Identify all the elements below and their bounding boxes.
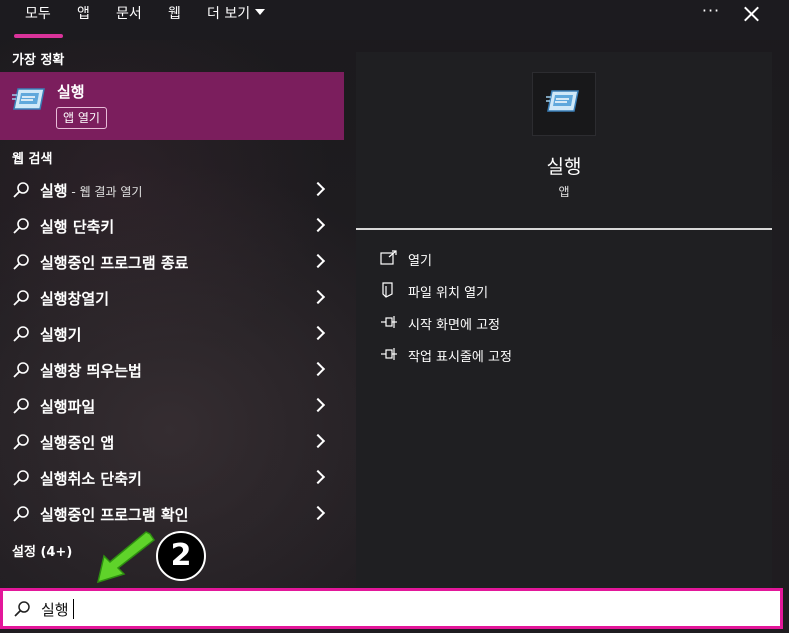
tab-documents[interactable]: 문서 bbox=[116, 4, 142, 24]
open-app-button[interactable]: 앱 열기 bbox=[56, 107, 107, 129]
chevron-right-icon bbox=[310, 181, 326, 197]
search-icon bbox=[14, 601, 30, 617]
tab-web[interactable]: 웹 bbox=[168, 4, 181, 24]
chevron-down-icon bbox=[255, 9, 266, 15]
chevron-right-icon bbox=[310, 217, 326, 233]
file-location-icon bbox=[382, 282, 393, 298]
best-match-heading: 가장 정확 bbox=[12, 53, 65, 68]
divider bbox=[356, 228, 772, 230]
chevron-right-icon bbox=[310, 433, 326, 449]
search-icon bbox=[13, 434, 29, 450]
search-icon bbox=[13, 506, 29, 522]
search-icon bbox=[13, 254, 29, 270]
action-label: 파일 위치 열기 bbox=[408, 286, 489, 301]
web-result-item[interactable]: 실행 단축키 bbox=[0, 208, 344, 244]
chevron-right-icon bbox=[310, 325, 326, 341]
search-icon bbox=[13, 290, 29, 306]
web-result-label: 실행중인 프로그램 확인 bbox=[40, 506, 189, 524]
web-result-item[interactable]: 실행취소 단축키 bbox=[0, 460, 344, 496]
web-result-label: 실행 단축키 bbox=[40, 218, 115, 236]
action-open[interactable]: 열기 bbox=[380, 248, 760, 270]
web-result-label: 실행창 띄우는법 bbox=[40, 362, 142, 380]
search-icon bbox=[13, 182, 29, 198]
web-result-item[interactable]: 실행기 bbox=[0, 316, 344, 352]
action-pin-to-start[interactable]: 시작 화면에 고정 bbox=[380, 312, 760, 334]
best-match-item[interactable]: 실행 앱 열기 bbox=[0, 72, 344, 140]
run-app-icon bbox=[12, 88, 45, 110]
web-result-item[interactable]: 실행 - 웹 결과 열기 bbox=[0, 172, 344, 208]
app-name: 실행 bbox=[546, 156, 582, 178]
action-pin-to-taskbar[interactable]: 작업 표시줄에 고정 bbox=[380, 344, 760, 366]
chevron-right-icon bbox=[310, 397, 326, 413]
open-icon bbox=[380, 250, 397, 265]
tab-apps[interactable]: 앱 bbox=[77, 4, 90, 24]
settings-heading[interactable]: 설정 (4+) bbox=[12, 541, 72, 560]
web-result-label: 실행파일 bbox=[40, 398, 96, 416]
action-label: 시작 화면에 고정 bbox=[408, 318, 500, 333]
pin-icon bbox=[381, 348, 397, 360]
tab-all[interactable]: 모두 bbox=[25, 4, 51, 24]
chevron-right-icon bbox=[310, 289, 326, 305]
search-icon bbox=[13, 326, 29, 342]
app-tile bbox=[532, 72, 596, 136]
search-icon bbox=[13, 218, 29, 234]
action-label: 작업 표시줄에 고정 bbox=[408, 350, 512, 365]
search-input[interactable] bbox=[41, 597, 741, 621]
web-result-label: 실행취소 단축키 bbox=[40, 470, 142, 488]
web-result-label: 실행기 bbox=[40, 326, 82, 344]
chevron-right-icon bbox=[310, 253, 326, 269]
app-type: 앱 bbox=[558, 185, 570, 199]
web-result-item[interactable]: 실행중인 프로그램 종료 bbox=[0, 244, 344, 280]
web-result-item[interactable]: 실행파일 bbox=[0, 388, 344, 424]
best-match-name: 실행 bbox=[57, 83, 85, 101]
web-search-heading: 웹 검색 bbox=[12, 152, 53, 167]
step-number-badge: 2 bbox=[156, 531, 206, 581]
search-icon bbox=[13, 398, 29, 414]
chevron-right-icon bbox=[310, 361, 326, 377]
search-icon bbox=[13, 470, 29, 486]
chevron-right-icon bbox=[310, 469, 326, 485]
text-cursor bbox=[73, 599, 74, 619]
run-app-icon bbox=[546, 90, 579, 112]
web-result-item[interactable]: 실행창열기 bbox=[0, 280, 344, 316]
web-result-item[interactable]: 실행중인 앱 bbox=[0, 424, 344, 460]
chevron-right-icon bbox=[310, 505, 326, 521]
preview-pane: 실행 앱 열기 파일 위치 열기 시작 화면에 고정 작업 표시줄에 고정 bbox=[356, 52, 772, 588]
more-options-button[interactable]: ··· bbox=[700, 2, 722, 24]
web-result-item[interactable]: 실행중인 프로그램 확인 bbox=[0, 496, 344, 532]
green-arrow-icon bbox=[96, 531, 156, 584]
search-icon bbox=[13, 362, 29, 378]
web-result-label: 실행 - 웹 결과 열기 bbox=[40, 182, 143, 200]
search-box[interactable] bbox=[0, 588, 783, 629]
tab-more-label: 더 보기 bbox=[207, 6, 251, 22]
web-result-item[interactable]: 실행창 띄우는법 bbox=[0, 352, 344, 388]
web-result-label: 실행창열기 bbox=[40, 290, 110, 308]
action-label: 열기 bbox=[408, 254, 432, 269]
pin-icon bbox=[381, 316, 397, 328]
tab-more[interactable]: 더 보기 bbox=[207, 4, 266, 24]
web-result-label: 실행중인 프로그램 종료 bbox=[40, 254, 189, 272]
close-icon[interactable] bbox=[740, 3, 764, 25]
action-open-file-location[interactable]: 파일 위치 열기 bbox=[380, 280, 760, 302]
top-bar: 모두 앱 문서 웹 더 보기 ··· bbox=[0, 0, 789, 40]
active-tab-indicator bbox=[14, 34, 63, 38]
web-result-label: 실행중인 앱 bbox=[40, 434, 115, 452]
